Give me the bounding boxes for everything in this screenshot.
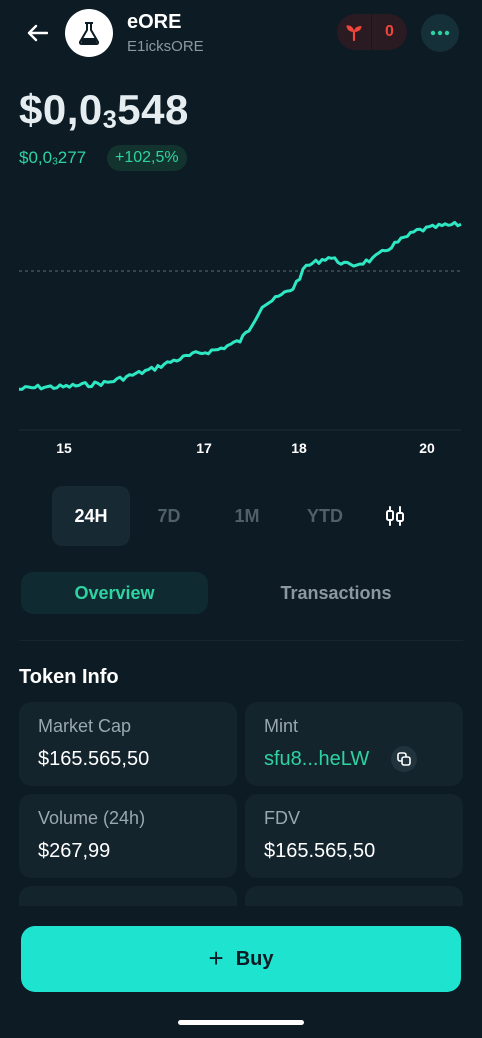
token-logo (65, 9, 113, 57)
copy-mint-button[interactable] (391, 746, 417, 772)
mint-label: Mint (264, 716, 299, 736)
bottom-bar: + Buy (0, 906, 482, 1038)
more-dots-icon (430, 30, 450, 36)
card-volume: Volume (24h) $267,99 (19, 794, 237, 878)
candlestick-icon (386, 506, 404, 526)
price-digits: 548 (117, 86, 189, 133)
range-tabs: 24H 7D 1M YTD (52, 486, 432, 546)
x-tick-label: 17 (196, 440, 212, 456)
range-tab-24h[interactable]: 24H (52, 486, 130, 546)
card-partial-left (19, 886, 237, 906)
price-change-badge: +102,5% (107, 145, 187, 171)
volume-value: $267,99 (38, 840, 111, 862)
x-tick-label: 18 (291, 440, 307, 456)
sprout-icon (337, 14, 371, 50)
token-name: eORE (127, 11, 182, 33)
price-chart-svg: 15 17 18 20 (19, 220, 462, 456)
prev-price-prefix: $0,0 (19, 148, 53, 167)
more-options-button[interactable] (421, 14, 459, 52)
section-divider (19, 640, 463, 641)
favorite-button[interactable]: 0 (337, 14, 407, 50)
favorite-count: 0 (385, 23, 394, 40)
mint-address[interactable]: sfu8...heLW (264, 748, 369, 771)
price-line (19, 220, 462, 391)
price-chart[interactable]: 15 17 18 20 (0, 180, 482, 470)
view-tabs: Overview Transactions (21, 572, 461, 614)
copy-icon (397, 752, 411, 766)
token-info-cards: Market Cap $165.565,50 Mint sfu8...heLW … (0, 702, 482, 906)
buy-button[interactable]: + Buy (21, 926, 461, 992)
candlestick-toggle[interactable] (370, 486, 420, 546)
back-arrow-icon (27, 24, 48, 42)
price-subscript: 3 (102, 105, 118, 134)
plus-icon: + (208, 942, 224, 973)
back-button[interactable] (22, 18, 52, 48)
home-indicator[interactable] (178, 1020, 304, 1025)
buy-label: Buy (235, 947, 274, 970)
card-market-cap: Market Cap $165.565,50 (19, 702, 237, 786)
volume-label: Volume (24h) (38, 808, 146, 828)
x-tick-label: 15 (56, 440, 72, 456)
x-tick-label: 20 (419, 440, 435, 456)
token-address: E1icksORE (127, 38, 204, 55)
previous-price: $0,03277 (19, 148, 86, 168)
range-tab-ytd[interactable]: YTD (292, 486, 358, 546)
prev-price-digits: 277 (57, 148, 87, 167)
range-tab-1m[interactable]: 1M (214, 486, 280, 546)
current-price: $0,03548 (19, 86, 189, 135)
range-tab-7d[interactable]: 7D (136, 486, 202, 546)
tab-overview[interactable]: Overview (21, 572, 208, 614)
market-cap-label: Market Cap (38, 716, 132, 736)
market-cap-value: $165.565,50 (38, 748, 150, 770)
card-fdv: FDV $165.565,50 (245, 794, 463, 878)
price-prefix: $0,0 (19, 86, 103, 133)
tab-transactions[interactable]: Transactions (231, 572, 441, 614)
token-info-title: Token Info (19, 666, 119, 688)
header: eORE E1icksORE 0 (0, 0, 482, 70)
fdv-value: $165.565,50 (264, 840, 376, 862)
fdv-label: FDV (264, 808, 300, 828)
flask-icon (78, 22, 100, 45)
card-partial-right (245, 886, 463, 906)
card-mint: Mint sfu8...heLW (245, 702, 463, 786)
